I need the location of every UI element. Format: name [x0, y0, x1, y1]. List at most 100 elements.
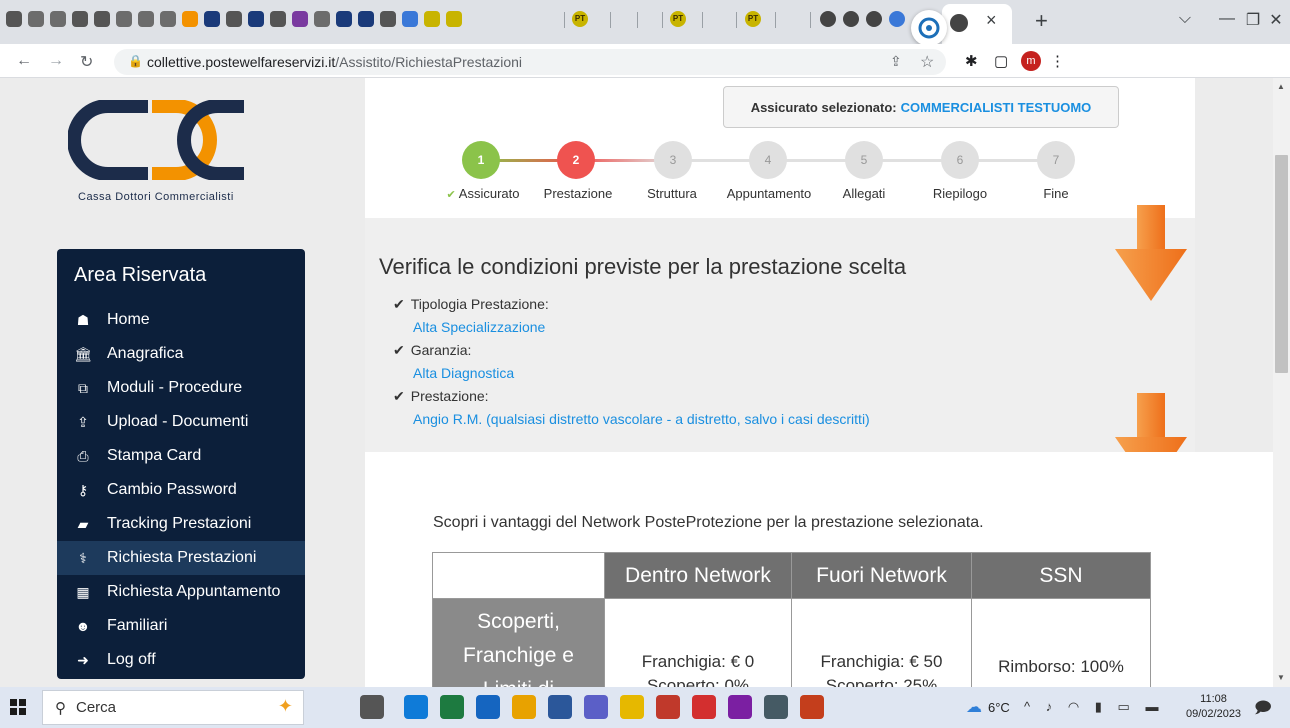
sidebar-item-cambio-password[interactable]: ⚷ Cambio Password: [57, 473, 305, 507]
sidebar-item-label: Tracking Prestazioni: [107, 515, 252, 532]
share-icon[interactable]: ⇪: [890, 53, 902, 70]
tab-favicon[interactable]: [204, 11, 220, 27]
tab-search-icon[interactable]: ⌵: [1175, 10, 1195, 28]
tab-favicon-pt[interactable]: PT: [670, 11, 686, 27]
sidebar-item-richiesta-prestazioni[interactable]: ⚕ Richiesta Prestazioni: [57, 541, 305, 575]
tab-favicon[interactable]: [6, 11, 22, 27]
sidebar-item-tracking-prestazioni[interactable]: ▰ Tracking Prestazioni: [57, 507, 305, 541]
tab-favicon[interactable]: [380, 11, 396, 27]
chrome-icon[interactable]: [512, 695, 536, 719]
step-label-text: Prestazione: [543, 186, 613, 201]
tab-favicon[interactable]: [336, 11, 352, 27]
new-tab-button[interactable]: +: [1035, 8, 1048, 34]
tab-favicon[interactable]: [50, 11, 66, 27]
bookmark-star-icon[interactable]: ☆: [920, 52, 934, 72]
close-window-icon[interactable]: ✕: [1266, 10, 1286, 30]
cell-text: Franchigia: € 50: [820, 651, 943, 671]
tab-favicon-pt[interactable]: PT: [745, 11, 761, 27]
taskbar-search[interactable]: ⚲ Cerca ✦: [42, 690, 304, 725]
notification-icon[interactable]: 🗩: [1254, 697, 1272, 724]
tab-favicon[interactable]: [182, 11, 198, 27]
scroll-up-arrow[interactable]: ▲: [1277, 82, 1285, 91]
condition-value[interactable]: Alta Specializzazione: [413, 319, 545, 335]
assicurato-value[interactable]: COMMERCIALISTI TESTUOMO: [901, 100, 1092, 115]
tab-favicon[interactable]: [292, 11, 308, 27]
step-label-text: Fine: [1043, 186, 1069, 201]
scrollbar-thumb[interactable]: [1275, 155, 1288, 373]
url-text[interactable]: collettive.postewelfareservizi.it/Assist…: [147, 54, 522, 70]
chrome-profile-icon[interactable]: [656, 695, 680, 719]
profile-avatar[interactable]: m: [1021, 51, 1041, 71]
powerpoint-icon[interactable]: [800, 695, 824, 719]
file-explorer-icon[interactable]: [620, 695, 644, 719]
taskbar-clock[interactable]: 11:08 09/02/2023: [1186, 692, 1241, 722]
step-2[interactable]: 2: [557, 141, 595, 179]
scroll-down-arrow[interactable]: ▼: [1277, 673, 1285, 682]
tab-favicon[interactable]: [358, 11, 374, 27]
weather-icon[interactable]: ☁: [966, 697, 982, 717]
sidebar-item-moduli-procedure[interactable]: ⧉ Moduli - Procedure: [57, 371, 305, 405]
restore-icon[interactable]: ❐: [1243, 10, 1263, 30]
sidebar-item-familiari[interactable]: ☻ Familiari: [57, 609, 305, 643]
tab-favicon[interactable]: [72, 11, 88, 27]
tab-favicon[interactable]: [160, 11, 176, 27]
step-label-6: Riepilogo: [910, 186, 1010, 201]
tab-favicon[interactable]: [28, 11, 44, 27]
step-1[interactable]: 1: [462, 141, 500, 179]
tab-favicon[interactable]: [270, 11, 286, 27]
tab-favicon[interactable]: [138, 11, 154, 27]
tab-favicon[interactable]: [314, 11, 330, 27]
edge-icon[interactable]: [404, 695, 428, 719]
extensions-icon[interactable]: ✱: [965, 52, 978, 70]
sidebar-item-log-off[interactable]: ➜ Log off: [57, 643, 305, 677]
teams-icon[interactable]: [584, 695, 608, 719]
cell-text: Scoperto: 0%: [646, 675, 750, 688]
paint-icon[interactable]: [728, 695, 752, 719]
tab-favicon[interactable]: [94, 11, 110, 27]
sidebar-item-anagrafica[interactable]: 🏛 Anagrafica: [57, 337, 305, 371]
side-panel-icon[interactable]: ▢: [994, 52, 1008, 70]
back-icon[interactable]: ←: [16, 52, 32, 70]
cell-dentro: Franchigia: € 0 Scoperto: 0%: [604, 598, 792, 688]
cell-ssn: Rimborso: 100%: [971, 598, 1151, 687]
tab-favicon-pt[interactable]: PT: [572, 11, 588, 27]
condition-value[interactable]: Alta Diagnostica: [413, 365, 514, 381]
menu-kebab-icon[interactable]: ⋮: [1050, 52, 1065, 70]
sidebar-item-home[interactable]: ☗ Home: [57, 303, 305, 337]
task-view-icon[interactable]: [360, 695, 384, 719]
tab-favicon[interactable]: [843, 11, 859, 27]
tab-favicon[interactable]: [866, 11, 882, 27]
tab-favicon[interactable]: [446, 11, 462, 27]
word-icon[interactable]: [548, 695, 572, 719]
tab-favicon[interactable]: [226, 11, 242, 27]
condition-value[interactable]: Angio R.M. (qualsiasi distretto vascolar…: [413, 411, 870, 427]
excel-icon[interactable]: [440, 695, 464, 719]
sidebar-item-richiesta-appuntamento[interactable]: ▦ Richiesta Appuntamento: [57, 575, 305, 609]
active-tab[interactable]: ×: [942, 4, 1012, 44]
acrobat-icon[interactable]: [692, 695, 716, 719]
tab-favicon[interactable]: [402, 11, 418, 27]
sidebar-item-stampa-card[interactable]: ⎙ Stampa Card: [57, 439, 305, 473]
tab-favicon[interactable]: [424, 11, 440, 27]
page-scrollbar[interactable]: ▲ ▼: [1273, 78, 1290, 687]
close-tab-icon[interactable]: ×: [986, 10, 997, 31]
tab-favicon[interactable]: [889, 11, 905, 27]
minimize-icon[interactable]: —: [1217, 10, 1237, 28]
tray-icons[interactable]: ^ ♪ ◠ ▮ ▭ ▬: [1024, 699, 1164, 715]
edge-drop-icon[interactable]: [911, 10, 947, 46]
row-header-line: Scoperti,: [477, 610, 560, 633]
sidebar-item-upload-documenti[interactable]: ⇪ Upload - Documenti: [57, 405, 305, 439]
calculator-icon[interactable]: [764, 695, 788, 719]
page-viewport: Cassa Dottori Commercialisti Area Riserv…: [0, 78, 1273, 687]
tab-favicon[interactable]: [820, 11, 836, 27]
step-6: 6: [941, 141, 979, 179]
forward-icon[interactable]: →: [48, 52, 64, 70]
tab-favicon[interactable]: [248, 11, 264, 27]
windows-start-icon[interactable]: [10, 699, 26, 715]
address-bar[interactable]: 🔒 collettive.postewelfareservizi.it/Assi…: [114, 49, 946, 75]
weather-temp[interactable]: 6°C: [988, 700, 1010, 715]
reload-icon[interactable]: ↻: [80, 52, 93, 72]
tab-favicon[interactable]: [116, 11, 132, 27]
outlook-icon[interactable]: [476, 695, 500, 719]
stethoscope-icon: ⚕: [79, 549, 87, 566]
